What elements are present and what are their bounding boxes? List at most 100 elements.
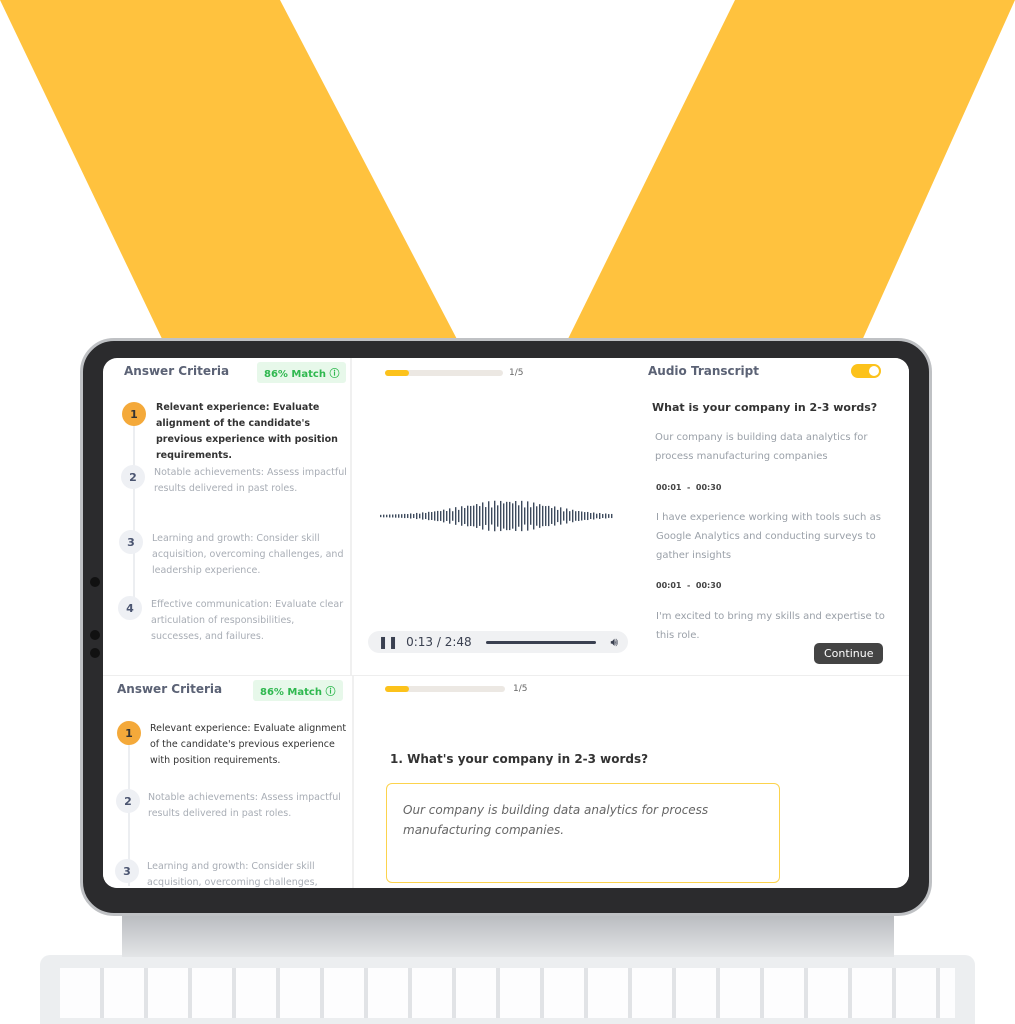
waveform-bar <box>488 501 490 531</box>
answer-panel: Answer Criteria 86% Match ⓘ 1 Relevant e… <box>103 675 909 888</box>
waveform-bar <box>578 510 580 522</box>
waveform-bar <box>587 511 589 521</box>
waveform-bar <box>521 500 523 532</box>
waveform-bar <box>482 502 484 530</box>
criteria-title: Answer Criteria <box>117 682 223 696</box>
waveform-bar <box>536 506 538 526</box>
criteria-step-1[interactable]: 1 <box>122 402 146 426</box>
waveform-bar <box>425 512 427 520</box>
criteria-step-2[interactable]: 2 <box>121 465 145 489</box>
waveform-bar <box>596 513 598 519</box>
transcript-toggle[interactable] <box>851 364 881 378</box>
waveform-bar <box>530 507 532 525</box>
criteria-step-3[interactable]: 3 <box>119 530 143 554</box>
camera-dot <box>90 630 100 640</box>
waveform-bar <box>398 514 400 518</box>
waveform-bar <box>503 503 505 529</box>
waveform-bar <box>455 507 457 525</box>
waveform-bar <box>545 506 547 526</box>
divider <box>350 358 352 675</box>
waveform-bar <box>542 505 544 527</box>
waveform-bar <box>386 514 388 518</box>
match-badge[interactable]: 86% Match ⓘ <box>253 680 343 701</box>
waveform-bar <box>404 513 406 519</box>
waveform-bar <box>446 511 448 521</box>
question-title: 1. What's your company in 2-3 words? <box>390 752 649 766</box>
waveform-bar <box>410 513 412 519</box>
waveform-bar <box>605 513 607 519</box>
waveform-bar <box>569 511 571 521</box>
criteria-text-1: Relevant experience: Evaluate alignment … <box>156 402 338 461</box>
waveform-bar <box>419 513 421 519</box>
waveform-bar <box>602 514 604 518</box>
waveform-bar <box>485 507 487 525</box>
interview-review-panel: Answer Criteria 86% Match ⓘ 1 Relevant e… <box>115 358 909 675</box>
progress-label: 1/5 <box>509 368 524 378</box>
waveform-bar <box>581 511 583 521</box>
waveform-bar <box>464 507 466 525</box>
waveform-bar <box>593 512 595 520</box>
volume-icon[interactable]: 🔊︎ <box>610 635 618 650</box>
waveform-bar <box>437 510 439 522</box>
waveform-bar <box>563 511 565 521</box>
waveform-bar <box>389 514 391 518</box>
keyboard-keys <box>60 968 955 1018</box>
criteria-step-3[interactable]: 3 <box>115 859 139 883</box>
waveform-bar <box>533 502 535 530</box>
waveform-bar <box>584 512 586 520</box>
info-icon: ⓘ <box>325 687 336 698</box>
criteria-step-4[interactable]: 4 <box>118 596 142 620</box>
criteria-text-2: Notable achievements: Assess impactful r… <box>154 467 347 494</box>
waveform-bar <box>470 505 472 527</box>
waveform-bar <box>428 511 430 521</box>
pause-icon[interactable]: ❚❚ <box>378 635 398 649</box>
question-progress-bar <box>385 370 503 376</box>
waveform-bar <box>557 509 559 523</box>
player-seek-bar[interactable] <box>485 640 597 644</box>
waveform-bar <box>401 514 403 518</box>
waveform-bar <box>395 514 397 518</box>
waveform-bar <box>479 506 481 526</box>
waveform-bar <box>512 503 514 529</box>
waveform-bar <box>599 513 601 519</box>
waveform-bar <box>554 506 556 526</box>
criteria-text-1: Relevant experience: Evaluate alignment … <box>150 723 347 766</box>
waveform-bar <box>422 512 424 520</box>
waveform-bar <box>608 514 610 518</box>
waveform-bar <box>443 509 445 523</box>
waveform-bar <box>566 508 568 524</box>
waveform-bar <box>506 501 508 531</box>
waveform-bar <box>551 508 553 524</box>
transcript-timestamp-1: 00:01 - 00:30 <box>656 483 722 492</box>
match-badge-label: 86% Match <box>260 687 322 698</box>
waveform-bar <box>467 505 469 527</box>
criteria-text-3: Learning and growth: Consider skill acqu… <box>152 533 344 576</box>
waveform-bar <box>548 505 550 527</box>
waveform-bar <box>461 506 463 526</box>
criteria-text-3: Learning and growth: Consider skill acqu… <box>147 861 318 888</box>
waveform-bar <box>416 512 418 520</box>
waveform-bar <box>527 501 529 531</box>
audio-player: ❚❚ 0:13 / 2:48 🔊︎ <box>368 631 628 653</box>
criteria-step-1[interactable]: 1 <box>117 721 141 745</box>
waveform-bar <box>500 500 502 532</box>
criteria-timeline <box>133 418 135 608</box>
waveform-bar <box>491 507 493 525</box>
criteria-step-2[interactable]: 2 <box>116 789 140 813</box>
camera-dot <box>90 577 100 587</box>
waveform-bar <box>497 505 499 527</box>
transcript-entry-3: I'm excited to bring my skills and exper… <box>656 611 885 641</box>
match-badge[interactable]: 86% Match ⓘ <box>257 362 347 383</box>
waveform-bar <box>413 513 415 519</box>
waveform-bar <box>431 512 433 520</box>
transcript-timestamp-2: 00:01 - 00:30 <box>656 581 722 590</box>
waveform-bar <box>392 514 394 518</box>
waveform-bar <box>449 508 451 524</box>
answer-textarea[interactable]: Our company is building data analytics f… <box>386 783 780 883</box>
waveform-bar <box>452 511 454 521</box>
continue-button[interactable]: Continue <box>814 643 884 664</box>
waveform-bar <box>560 507 562 525</box>
waveform-bar <box>590 513 592 519</box>
waveform-bar <box>575 511 577 521</box>
waveform-bar <box>383 514 385 518</box>
